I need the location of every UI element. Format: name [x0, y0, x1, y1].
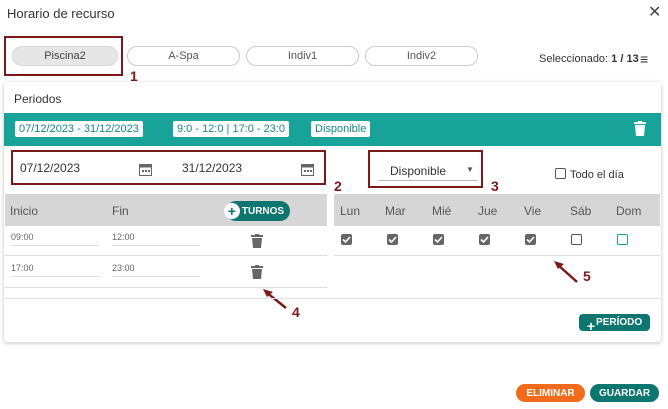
- delete-shift-2-icon[interactable]: [251, 265, 263, 284]
- chevron-down-icon[interactable]: ▼: [466, 165, 474, 174]
- shift-row-divider: [5, 255, 327, 256]
- tab-indiv1[interactable]: Indiv1: [246, 46, 359, 66]
- shift-1-end-underline: [112, 245, 200, 246]
- shift-2-end[interactable]: 23:00: [112, 263, 135, 273]
- annotation-4-arrow: [262, 288, 290, 317]
- plus-icon: +: [223, 203, 240, 219]
- add-shift-label: TURNOS: [241, 205, 285, 217]
- all-day-checkbox[interactable]: [555, 168, 566, 179]
- checkbox-lun[interactable]: [341, 234, 352, 245]
- periods-title: Periodos: [14, 92, 62, 106]
- summary-status: Disponible: [311, 121, 371, 137]
- tab-indiv2[interactable]: Indiv2: [365, 46, 478, 66]
- add-period-label: PERÍODO: [596, 317, 643, 328]
- weekday-vie: Vie: [524, 204, 542, 218]
- annotation-5-arrow: [553, 260, 581, 291]
- checkbox-dom[interactable]: [617, 234, 628, 245]
- selection-counter: Seleccionado: 1 / 13: [539, 53, 639, 65]
- shift-1-start[interactable]: 09:00: [11, 232, 34, 242]
- weekday-dom: Dom: [616, 204, 642, 218]
- save-button[interactable]: GUARDAR: [590, 384, 659, 402]
- summary-date-range: 07/12/2023 - 31/12/2023: [15, 121, 143, 137]
- card-divider: [4, 298, 661, 299]
- weekday-mar: Mar: [385, 204, 406, 218]
- annotation-3: 3: [491, 178, 499, 194]
- delete-period-icon[interactable]: [633, 121, 647, 141]
- start-calendar-icon[interactable]: [139, 163, 152, 181]
- weekdays-bottom-line: [334, 255, 660, 256]
- tab-a-spa[interactable]: A-Spa: [127, 46, 240, 66]
- annotation-5: 5: [583, 268, 591, 284]
- summary-time-range: 9:0 - 12:0 | 17:0 - 23:0: [173, 121, 290, 137]
- add-shift-button[interactable]: + TURNOS: [223, 201, 290, 221]
- end-calendar-icon[interactable]: [301, 163, 314, 181]
- shift-2-end-underline: [112, 276, 200, 277]
- availability-select[interactable]: Disponible: [390, 164, 446, 178]
- shift-1-start-underline: [11, 245, 99, 246]
- annotation-4: 4: [292, 304, 300, 320]
- plus-icon: +: [586, 317, 596, 334]
- select-underline: [378, 180, 478, 181]
- delete-button[interactable]: ELIMINAR: [516, 384, 585, 402]
- checkbox-sab[interactable]: [571, 234, 582, 245]
- end-date-field[interactable]: 31/12/2023: [182, 161, 242, 175]
- all-day-label: Todo el día: [570, 169, 624, 181]
- checkbox-jue[interactable]: [479, 234, 490, 245]
- checkbox-mie[interactable]: [433, 234, 444, 245]
- start-date-field[interactable]: 07/12/2023: [20, 161, 80, 175]
- weekday-mie: Mié: [432, 204, 452, 218]
- add-period-button[interactable]: + PERÍODO: [579, 314, 650, 334]
- menu-icon[interactable]: ≡: [640, 51, 648, 67]
- col-end-header: Fin: [112, 204, 129, 218]
- dialog-title: Horario de recurso: [7, 6, 115, 21]
- selection-count: 1 / 13: [611, 53, 639, 65]
- checkbox-mar[interactable]: [387, 234, 398, 245]
- col-start-header: Inicio: [10, 204, 39, 218]
- annotation-box-1: [4, 36, 123, 76]
- shift-1-end[interactable]: 12:00: [112, 232, 135, 242]
- annotation-2: 2: [334, 178, 342, 194]
- checkbox-vie[interactable]: [525, 234, 536, 245]
- weekday-sab: Sáb: [570, 204, 592, 218]
- selection-label: Seleccionado:: [539, 53, 609, 65]
- weekday-lun: Lun: [340, 204, 361, 218]
- shift-2-start-underline: [11, 276, 99, 277]
- weekday-jue: Jue: [478, 204, 498, 218]
- delete-shift-1-icon[interactable]: [251, 234, 263, 253]
- shift-2-start[interactable]: 17:00: [11, 263, 34, 273]
- close-icon[interactable]: ✕: [648, 2, 661, 22]
